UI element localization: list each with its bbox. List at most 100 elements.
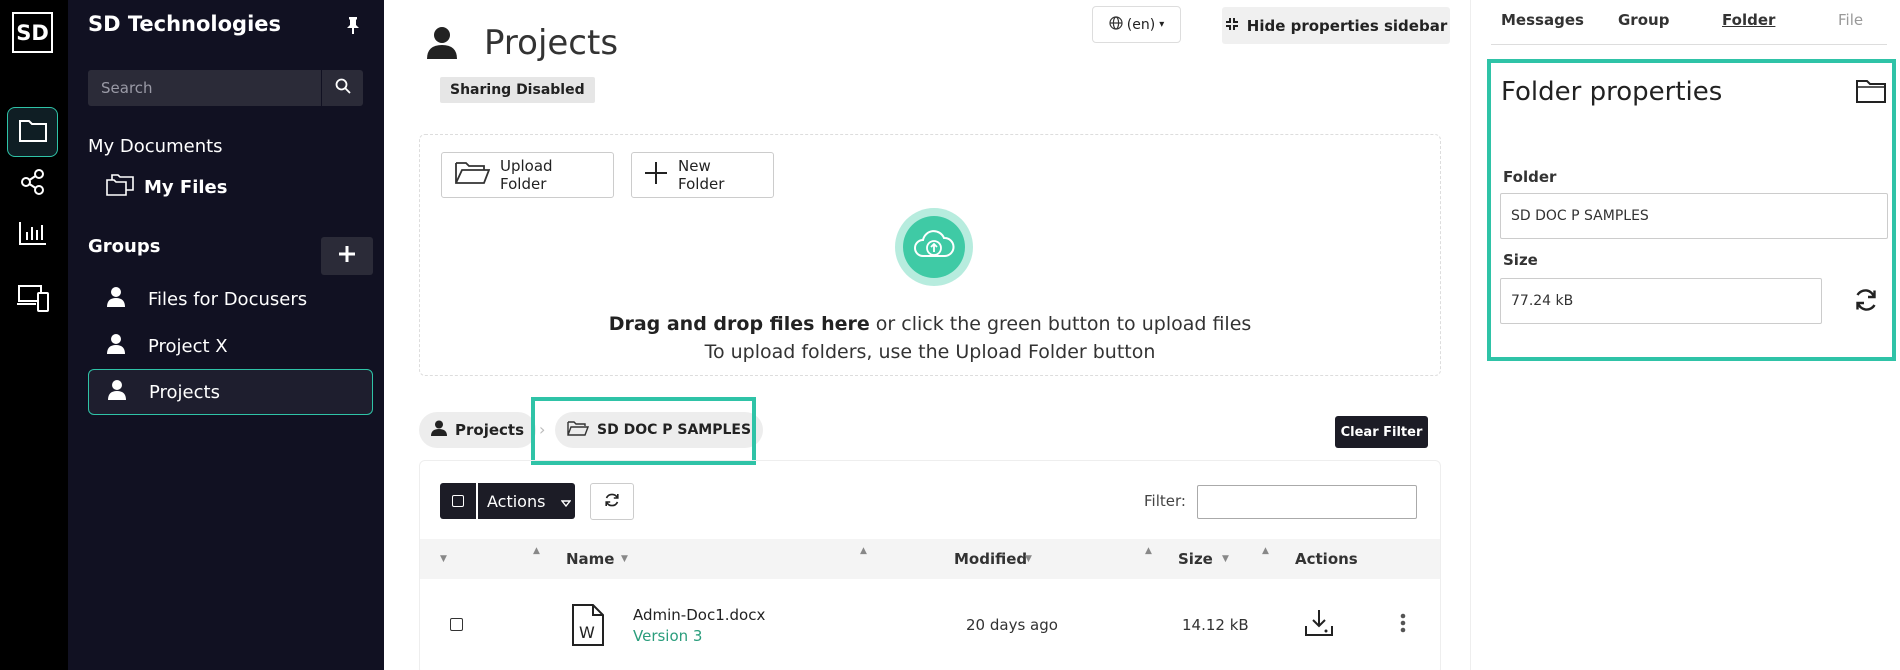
hide-properties-sidebar-button[interactable]: Hide properties sidebar (1222, 7, 1450, 44)
sort-arrow-icon[interactable]: ▲ (860, 546, 867, 556)
sort-arrow-icon[interactable]: ▲ (533, 546, 540, 556)
main-content: Projects Sharing Disabled (en) ▾ Hide pr… (384, 0, 1470, 670)
sort-arrow-icon[interactable]: ▼ (1025, 554, 1032, 564)
plus-icon (338, 245, 356, 267)
group-item-files-for-docusers[interactable]: Files for Docusers (88, 276, 373, 322)
collapse-icon (1225, 17, 1239, 35)
breadcrumb-root-label: Projects (455, 421, 525, 439)
tab-divider (1491, 44, 1887, 45)
more-options-icon[interactable] (1400, 613, 1406, 637)
my-documents-link[interactable]: My Documents (88, 136, 223, 157)
drag-drop-text: Drag and drop files here (608, 313, 870, 335)
group-label: Project X (148, 335, 228, 357)
select-all-checkbox[interactable] (440, 483, 476, 519)
filter-input[interactable] (1197, 485, 1417, 519)
folder-name-field[interactable]: SD DOC P SAMPLES (1500, 193, 1888, 239)
user-icon (107, 379, 127, 406)
upload-dropzone[interactable]: Upload Folder New Folder Drag and drop f… (419, 134, 1441, 376)
refresh-size-icon[interactable] (1854, 288, 1878, 316)
group-label: Files for Docusers (148, 288, 308, 310)
search-input[interactable]: Search (88, 70, 321, 106)
folder-icon (1855, 78, 1887, 108)
breadcrumb-root[interactable]: Projects (419, 412, 537, 448)
group-item-project-x[interactable]: Project X (88, 323, 373, 369)
search-box[interactable]: Search (88, 70, 363, 106)
share-nav-button[interactable] (7, 159, 58, 209)
open-folder-icon (454, 160, 491, 190)
sort-arrow-icon[interactable]: ▲ (1145, 546, 1152, 556)
sort-arrow-icon[interactable]: ▼ (440, 554, 447, 564)
file-version-link[interactable]: Version 3 (633, 627, 702, 645)
icon-rail: SD (0, 0, 68, 670)
pin-icon[interactable] (346, 16, 360, 38)
sort-arrow-icon[interactable]: ▼ (621, 554, 628, 564)
folder-size-field: 77.24 kB (1500, 278, 1822, 324)
sharing-status-badge: Sharing Disabled (440, 77, 595, 103)
file-table: Actions Filter: ▼ ▲ Name ▼ ▲ Modified ▼ … (419, 460, 1441, 670)
my-files-label: My Files (144, 177, 228, 198)
column-size[interactable]: Size (1178, 550, 1213, 568)
folder-icon (18, 117, 48, 147)
user-icon (431, 420, 447, 440)
language-value: (en) (1126, 16, 1156, 33)
size-label: Size (1503, 251, 1538, 269)
page-title: Projects (484, 23, 619, 63)
chart-icon (18, 220, 48, 250)
tab-group[interactable]: Group (1618, 11, 1669, 29)
svg-text:W: W (579, 623, 595, 642)
language-select[interactable]: (en) ▾ (1092, 6, 1181, 43)
caret-down-icon (560, 492, 572, 511)
group-item-projects[interactable]: Projects (88, 369, 373, 415)
refresh-table-button[interactable] (590, 483, 634, 520)
refresh-icon (604, 492, 620, 512)
column-name[interactable]: Name (566, 550, 614, 568)
folder-properties-box: Folder properties Folder SD DOC P SAMPLE… (1487, 59, 1896, 361)
plus-icon (644, 161, 668, 189)
bulk-actions-dropdown[interactable]: Actions (478, 483, 575, 519)
search-button[interactable] (321, 70, 363, 106)
add-group-button[interactable] (321, 237, 373, 275)
reports-nav-button[interactable] (7, 210, 58, 260)
tab-file[interactable]: File (1838, 11, 1863, 29)
word-document-icon: W (571, 603, 605, 651)
table-row[interactable]: W Admin-Doc1.docx Version 3 20 days ago … (420, 591, 1440, 670)
documents-nav-button[interactable] (7, 107, 58, 157)
sort-arrow-icon[interactable]: ▼ (1222, 554, 1229, 564)
brand-name: SD Technologies (88, 12, 282, 36)
caret-down-icon: ▾ (1159, 19, 1165, 30)
filter-label: Filter: (1144, 492, 1186, 510)
tab-messages[interactable]: Messages (1501, 11, 1584, 29)
download-icon[interactable] (1304, 608, 1334, 642)
group-user-icon (426, 26, 458, 64)
globe-icon (1109, 15, 1123, 34)
upload-button[interactable] (895, 208, 973, 286)
file-modified: 20 days ago (966, 616, 1058, 634)
new-folder-button[interactable]: New Folder (631, 152, 774, 198)
properties-panel: Messages Group Folder File Folder proper… (1470, 0, 1900, 670)
click-green-text: or click the green button to upload file… (869, 313, 1252, 335)
sort-arrow-icon[interactable]: ▲ (1262, 546, 1269, 556)
upload-folder-button[interactable]: Upload Folder (441, 152, 614, 198)
sidebar: SD Technologies Search My Documents My F… (68, 0, 384, 670)
user-icon (106, 286, 126, 313)
folder-properties-title: Folder properties (1501, 77, 1723, 107)
row-checkbox[interactable] (450, 618, 463, 631)
upload-folder-label: Upload Folder (500, 157, 553, 193)
share-icon (19, 168, 47, 200)
cloud-upload-icon (912, 228, 956, 266)
user-icon (106, 333, 126, 360)
sd-logo: SD (12, 12, 53, 53)
search-icon (335, 78, 351, 98)
devices-nav-button[interactable] (7, 275, 58, 325)
groups-heading: Groups (88, 236, 161, 257)
my-files-link[interactable]: My Files (106, 174, 227, 201)
new-folder-label: New Folder (678, 157, 725, 193)
tab-folder[interactable]: Folder (1722, 11, 1775, 29)
clear-filter-button[interactable]: Clear Filter (1335, 416, 1428, 448)
file-name[interactable]: Admin-Doc1.docx (633, 606, 765, 624)
column-actions: Actions (1295, 550, 1358, 568)
column-modified[interactable]: Modified (954, 550, 1027, 568)
breadcrumb-highlight (531, 397, 756, 465)
files-icon (106, 174, 134, 201)
devices-icon (16, 283, 50, 317)
